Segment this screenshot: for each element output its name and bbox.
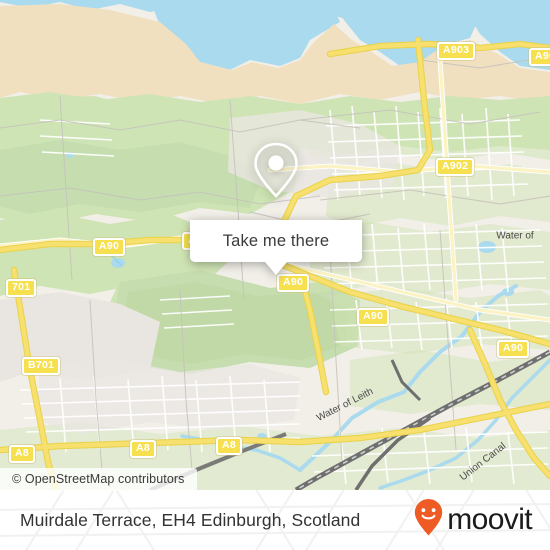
popup-footer[interactable]: Take me there [190,220,362,262]
road-shield: A90 [277,274,310,293]
moovit-map-page: A903A90A902A90A90A90A90A90B701A8A8A8701 … [0,0,550,550]
popup-header [190,122,362,220]
moovit-pin-icon [413,498,444,543]
road-shield: A8 [216,437,243,456]
road-shield: 701 [6,279,37,298]
road-shield: A90 [529,48,550,67]
map-pin-icon [249,139,303,204]
road-shield: A90 [357,308,390,327]
road-shield: A90 [497,340,530,359]
road-shield: A90 [93,238,126,257]
road-shield: A8 [130,440,157,459]
moovit-wordmark: moovit [447,503,532,536]
take-me-there-label: Take me there [222,231,330,250]
map-attribution[interactable]: © OpenStreetMap contributors [0,468,197,491]
take-me-there-popup[interactable]: Take me there [190,122,362,275]
moovit-logo[interactable]: moovit [413,498,533,543]
place-title: Muirdale Terrace, EH4 Edinburgh, Scotlan… [20,509,361,530]
popup-tail-arrow [265,262,287,275]
page-footer: Muirdale Terrace, EH4 Edinburgh, Scotlan… [0,490,550,550]
road-shield: A902 [436,158,475,177]
road-shield: A903 [437,42,476,61]
road-shield: A8 [9,445,36,464]
water-label: Water of [496,230,534,242]
road-shield: B701 [22,357,61,376]
